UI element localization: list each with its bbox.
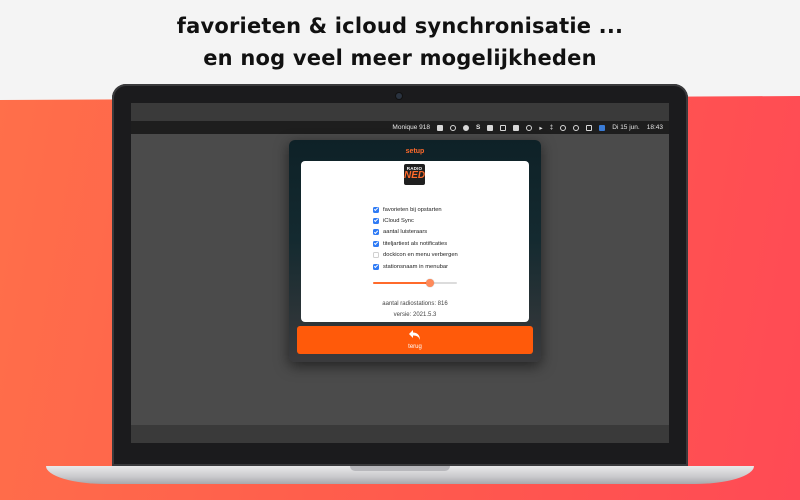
option-label: iCloud Sync [383,218,414,225]
option-label: aantal luisteraars [383,229,428,236]
option-title-artist-notifications[interactable]: titeljartiest als notificaties [373,238,523,249]
play-icon[interactable] [450,124,457,131]
option-station-name-menubar[interactable]: stationsnaam in menubar [373,261,523,272]
logo-text-bottom: NED [404,170,425,181]
checkbox[interactable] [373,263,379,270]
menubar-time[interactable]: 18:43 [647,124,663,131]
back-label: terug [408,344,422,350]
station-count: aantal radiostations: 816 [382,301,448,307]
checkbox[interactable] [373,240,379,247]
message-icon[interactable] [487,124,494,131]
search-icon[interactable] [573,124,580,131]
setup-window: setup RADIO NED favorieten bij opstarten… [289,140,541,362]
record-icon[interactable] [463,124,470,131]
layout-icon[interactable] [513,124,520,131]
slider-knob[interactable] [426,279,435,287]
option-favorites-on-start[interactable]: favorieten bij opstarten [373,204,523,215]
checkbox[interactable] [373,206,379,213]
menubar-date[interactable]: Di 15 jun. [612,124,639,131]
headline-line-2: en nog veel meer mogelijkheden [203,46,597,70]
volume-icon[interactable]: ▸ [539,124,542,132]
history-icon[interactable] [526,124,533,131]
checkbox[interactable] [373,252,379,259]
camera-icon [396,93,402,99]
option-label: favorieten bij opstarten [383,206,442,213]
option-label: dockicon en menu verbergen [383,252,458,259]
option-hide-dock-icon[interactable]: dockicon en menu verbergen [373,250,523,261]
settings-panel: RADIO NED favorieten bij opstarten iClou… [301,161,529,322]
headline-line-1: favorieten & icloud synchronisatie ... [176,14,624,38]
slider-fill [373,282,431,284]
version-label: versie: 2021.5.3 [393,312,437,318]
back-button[interactable]: terug [297,326,533,354]
menubar-user[interactable]: Monique 918 [392,124,430,131]
back-arrow-icon [409,330,420,340]
bluetooth-icon[interactable]: ‡ [550,124,554,131]
checkbox[interactable] [373,218,379,225]
option-listener-count[interactable]: aantal luisteraars [373,227,523,238]
volume-slider[interactable] [373,279,457,287]
window-title: setup [405,148,425,155]
user-circle-icon[interactable] [560,124,567,131]
option-label: titeljartiest als notificaties [383,240,448,247]
options-list: favorieten bij opstarten iCloud Sync aan… [373,204,523,272]
s-icon[interactable]: S [476,124,480,131]
grid-icon[interactable] [437,124,444,131]
checkbox[interactable] [373,229,379,236]
menu-bar: Monique 918 S ▸ ‡ Di 15 jun. 18:43 [131,121,669,134]
laptop-notch [350,466,450,471]
option-label: stationsnaam in menubar [383,263,449,270]
screen-top-bezel [131,103,669,121]
control-center-icon[interactable] [599,124,606,131]
option-icloud-sync[interactable]: iCloud Sync [373,215,523,226]
screen-bottom-bezel [131,425,669,443]
doc-icon[interactable] [500,124,507,131]
display-icon[interactable] [586,124,593,131]
radio-ned-logo: RADIO NED [404,164,425,185]
